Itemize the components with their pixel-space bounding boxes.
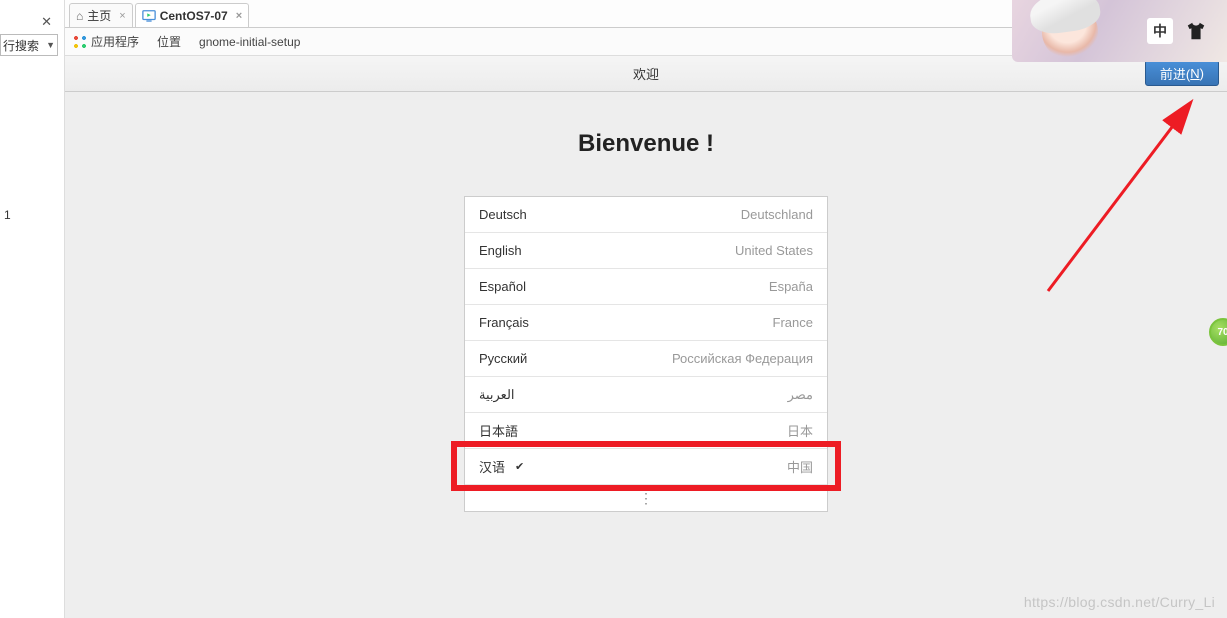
search-input[interactable]: 行搜索 ▼	[0, 34, 58, 56]
gnome-applications[interactable]: 应用程序	[73, 33, 139, 50]
watermark: https://blog.csdn.net/Curry_Li	[1024, 594, 1215, 610]
tab-vm-label: CentOS7-07	[160, 9, 228, 23]
gnome-places-label: 位置	[157, 33, 181, 50]
vm-icon	[142, 9, 156, 23]
main-area: ⌂ 主页 × CentOS7-07 × 应用程序 位置 gnome-initia…	[65, 0, 1227, 618]
language-name: Deutsch	[479, 207, 527, 222]
next-button[interactable]: 前进(N)	[1145, 60, 1219, 86]
chevron-down-icon: ▼	[46, 40, 55, 50]
next-prefix: 前进(	[1160, 64, 1190, 83]
language-name: English	[479, 243, 522, 258]
home-icon: ⌂	[76, 9, 83, 23]
language-name: 日本語	[479, 421, 518, 440]
language-country: مصر	[788, 387, 813, 403]
language-country: France	[773, 315, 813, 330]
tab-vm[interactable]: CentOS7-07 ×	[135, 3, 249, 27]
close-icon[interactable]: ×	[236, 10, 242, 22]
language-row[interactable]: 汉语 ✔ 中国	[465, 449, 827, 485]
gnome-places[interactable]: 位置	[157, 33, 181, 50]
language-name: Español	[479, 279, 526, 294]
gnome-setup-label: gnome-initial-setup	[199, 35, 300, 49]
sidebar-number: 1	[4, 208, 11, 222]
language-country: Российская Федерация	[672, 351, 813, 366]
next-suffix: )	[1200, 66, 1204, 81]
check-icon: ✔	[515, 460, 524, 473]
language-name: 汉语	[479, 457, 505, 476]
gnome-initial-setup[interactable]: gnome-initial-setup	[199, 35, 300, 49]
language-country: Deutschland	[741, 207, 813, 222]
language-row[interactable]: 日本語 日本	[465, 413, 827, 449]
sidebar: ✕ 行搜索 ▼ 1	[0, 0, 65, 618]
content-area: Bienvenue ! Deutsch Deutschland English Uni…	[65, 92, 1227, 618]
language-country: United States	[735, 243, 813, 258]
search-text: 行搜索	[3, 37, 39, 54]
language-row[interactable]: Deutsch Deutschland	[465, 197, 827, 233]
language-name: Français	[479, 315, 529, 330]
tshirt-icon[interactable]	[1185, 20, 1207, 42]
tab-home-label: 主页	[87, 7, 111, 24]
language-list: Deutsch Deutschland English United States Es…	[464, 196, 828, 512]
page-title: Bienvenue !	[578, 130, 714, 158]
language-row[interactable]: العربية مصر	[465, 377, 827, 413]
tab-home[interactable]: ⌂ 主页 ×	[69, 3, 133, 27]
close-icon[interactable]: ×	[119, 10, 125, 22]
welcome-title: 欢迎	[633, 64, 659, 83]
overlay-image: 中	[1012, 0, 1227, 62]
language-row[interactable]: Español España	[465, 269, 827, 305]
language-country: 日本	[787, 421, 813, 440]
language-country: España	[769, 279, 813, 294]
more-languages[interactable]: ⋮	[465, 485, 827, 511]
language-name: العربية	[479, 387, 515, 403]
ime-badge[interactable]: 中	[1147, 18, 1173, 44]
language-row[interactable]: Русский Российская Федерация	[465, 341, 827, 377]
close-icon[interactable]: ✕	[41, 14, 52, 30]
next-key: N	[1190, 66, 1199, 81]
applications-icon	[73, 35, 87, 49]
gnome-apps-label: 应用程序	[91, 33, 139, 50]
language-name: Русский	[479, 351, 527, 366]
language-row[interactable]: Français France	[465, 305, 827, 341]
language-row[interactable]: English United States	[465, 233, 827, 269]
language-country: 中国	[787, 457, 813, 476]
